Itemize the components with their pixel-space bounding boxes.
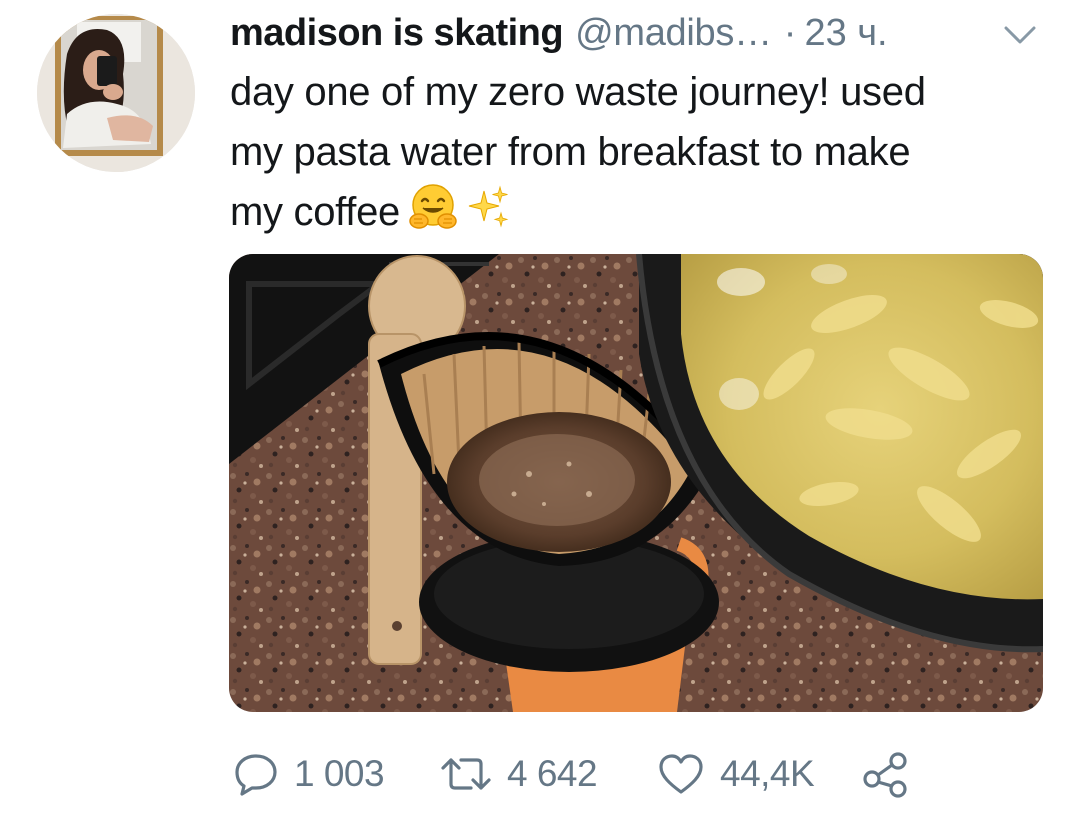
tweet-text-line: day one of my zero waste journey! used xyxy=(230,70,926,114)
user-handle[interactable]: @madibs… xyxy=(575,8,772,58)
reply-button[interactable]: 1 003 xyxy=(232,746,385,802)
chevron-down-icon[interactable] xyxy=(1000,22,1040,48)
sparkles-icon xyxy=(466,185,512,248)
tweet-actions: 1 003 4 642 44,4K xyxy=(232,746,932,802)
reply-count: 1 003 xyxy=(294,753,385,794)
tweet-text-segment: my coffee xyxy=(230,190,400,234)
author-avatar[interactable] xyxy=(37,14,195,172)
like-count: 44,4K xyxy=(720,753,815,794)
tweet-card: madison is skating @madibs… · 23 ч. day … xyxy=(0,0,1076,830)
reply-icon xyxy=(232,750,280,798)
tweet-media-photo[interactable] xyxy=(229,254,1043,712)
retweet-button[interactable]: 4 642 xyxy=(439,746,598,802)
share-button[interactable] xyxy=(860,746,910,802)
tweet-header: madison is skating @madibs… · 23 ч. xyxy=(230,8,888,58)
retweet-icon xyxy=(439,750,493,798)
tweet-timestamp[interactable]: 23 ч. xyxy=(804,8,887,58)
like-button[interactable]: 44,4K xyxy=(656,746,815,802)
tweet-text-line: my pasta water from breakfast to make xyxy=(230,130,911,174)
heart-icon xyxy=(656,750,706,798)
retweet-count: 4 642 xyxy=(507,753,598,794)
display-name[interactable]: madison is skating xyxy=(230,8,564,58)
tweet-text-line: my coffee xyxy=(230,182,1050,248)
share-icon xyxy=(860,749,910,799)
tweet-text: day one of my zero waste journey! used m… xyxy=(230,62,1050,248)
separator-dot: · xyxy=(783,12,797,54)
hugging-face-icon xyxy=(408,183,458,248)
